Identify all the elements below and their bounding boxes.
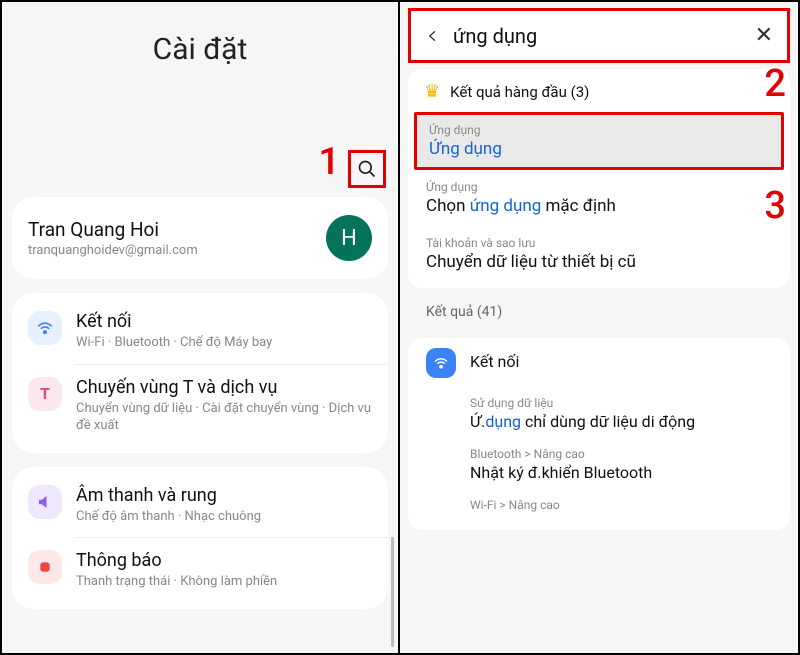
result-category: Ứng dụng: [426, 180, 772, 194]
avatar: H: [326, 215, 372, 261]
row-sub: Chuyển vùng dữ liệu · Cài đặt chuyển vùn…: [76, 400, 372, 435]
row-sub: Chế độ âm thanh · Nhạc chuông: [76, 508, 372, 526]
row-connections[interactable]: Kết nối Wi-Fi · Bluetooth · Chế độ Máy b…: [12, 299, 388, 364]
back-icon[interactable]: [425, 28, 441, 44]
result-apps[interactable]: Ứng dụng Ứng dụng: [414, 112, 784, 170]
row-title: Kết nối: [76, 311, 372, 332]
account-card[interactable]: Tran Quang Hoi tranquanghoidev@gmail.com…: [12, 197, 388, 279]
settings-screen: Cài đặt 1 Tran Quang Hoi tranquanghoidev…: [2, 2, 400, 653]
page-title: Cài đặt: [2, 2, 398, 67]
row-sub: Thanh trạng thái · Không làm phiền: [76, 573, 372, 591]
roaming-icon: T: [28, 377, 62, 411]
row-title: Chuyến vùng T và dịch vụ: [76, 377, 372, 398]
search-input[interactable]: ứng dụng: [453, 24, 743, 48]
results-count: Kết quả (41): [400, 288, 798, 326]
row-notifications[interactable]: Thông báo Thanh trạng thái · Không làm p…: [12, 538, 388, 603]
crown-icon: ♛: [424, 81, 440, 102]
result-category: Wi-Fi > Nâng cao: [470, 498, 772, 512]
account-email: tranquanghoidev@gmail.com: [28, 243, 198, 258]
close-icon[interactable]: ✕: [755, 23, 773, 48]
annotation-1: 1: [318, 140, 340, 184]
result-category: Bluetooth > Nâng cao: [470, 447, 772, 461]
account-info: Tran Quang Hoi tranquanghoidev@gmail.com: [28, 218, 198, 258]
result-title: Chuyển dữ liệu từ thiết bị cũ: [426, 252, 772, 272]
result-title: Chọn ứng dụng mặc định: [426, 196, 772, 216]
result-title: Ứ.dụng chỉ dùng dữ liệu di động: [470, 412, 772, 431]
search-button[interactable]: [348, 150, 386, 188]
result-wifi-advanced[interactable]: Wi-Fi > Nâng cao: [470, 490, 790, 520]
account-name: Tran Quang Hoi: [28, 218, 198, 241]
top-results-header: ♛ Kết quả hàng đầu (3): [408, 69, 790, 112]
result-title: Ứng dụng: [429, 139, 769, 159]
row-title: Thông báo: [76, 550, 372, 571]
settings-group-0: Kết nối Wi-Fi · Bluetooth · Chế độ Máy b…: [12, 293, 388, 453]
result-connections[interactable]: Kết nối: [408, 338, 790, 388]
scrollbar[interactable]: [391, 537, 394, 647]
result-bluetooth-log[interactable]: Bluetooth > Nâng cao Nhật ký đ.khiển Blu…: [470, 439, 790, 490]
settings-scroll[interactable]: Tran Quang Hoi tranquanghoidev@gmail.com…: [2, 197, 398, 653]
row-sound[interactable]: Âm thanh và rung Chế độ âm thanh · Nhạc …: [12, 473, 388, 538]
top-results-card: ♛ Kết quả hàng đầu (3) Ứng dụng Ứng dụng…: [408, 69, 790, 288]
top-results-label: Kết quả hàng đầu (3): [450, 83, 589, 101]
sound-icon: [28, 485, 62, 519]
row-title: Âm thanh và rung: [76, 485, 372, 506]
result-title: Kết nối: [470, 352, 772, 371]
annotation-3: 3: [764, 184, 786, 228]
search-icon: [357, 159, 377, 179]
row-sub: Wi-Fi · Bluetooth · Chế độ Máy bay: [76, 334, 372, 352]
result-title: Nhật ký đ.khiển Bluetooth: [470, 463, 772, 482]
settings-group-1: Âm thanh và rung Chế độ âm thanh · Nhạc …: [12, 467, 388, 609]
result-category: Sử dụng dữ liệu: [470, 396, 772, 410]
result-category: Ứng dụng: [429, 123, 769, 137]
result-category: Tài khoản và sao lưu: [426, 236, 772, 250]
notification-icon: [28, 550, 62, 584]
search-bar: ứng dụng ✕: [408, 8, 790, 63]
row-roaming[interactable]: T Chuyến vùng T và dịch vụ Chuyển vùng d…: [12, 365, 388, 447]
result-transfer[interactable]: Tài khoản và sao lưu Chuyển dữ liệu từ t…: [408, 226, 790, 282]
annotation-2: 2: [764, 62, 786, 106]
results-card: Kết nối Sử dụng dữ liệu Ứ.dụng chỉ dùng …: [408, 338, 790, 530]
wifi-icon: [28, 311, 62, 345]
result-data-usage[interactable]: Sử dụng dữ liệu Ứ.dụng chỉ dùng dữ liệu …: [470, 388, 790, 439]
wifi-icon: [426, 348, 456, 378]
search-results-screen: ứng dụng ✕ 2 ♛ Kết quả hàng đầu (3) Ứng …: [400, 2, 798, 653]
result-default-apps[interactable]: Ứng dụng Chọn ứng dụng mặc định: [408, 170, 790, 226]
